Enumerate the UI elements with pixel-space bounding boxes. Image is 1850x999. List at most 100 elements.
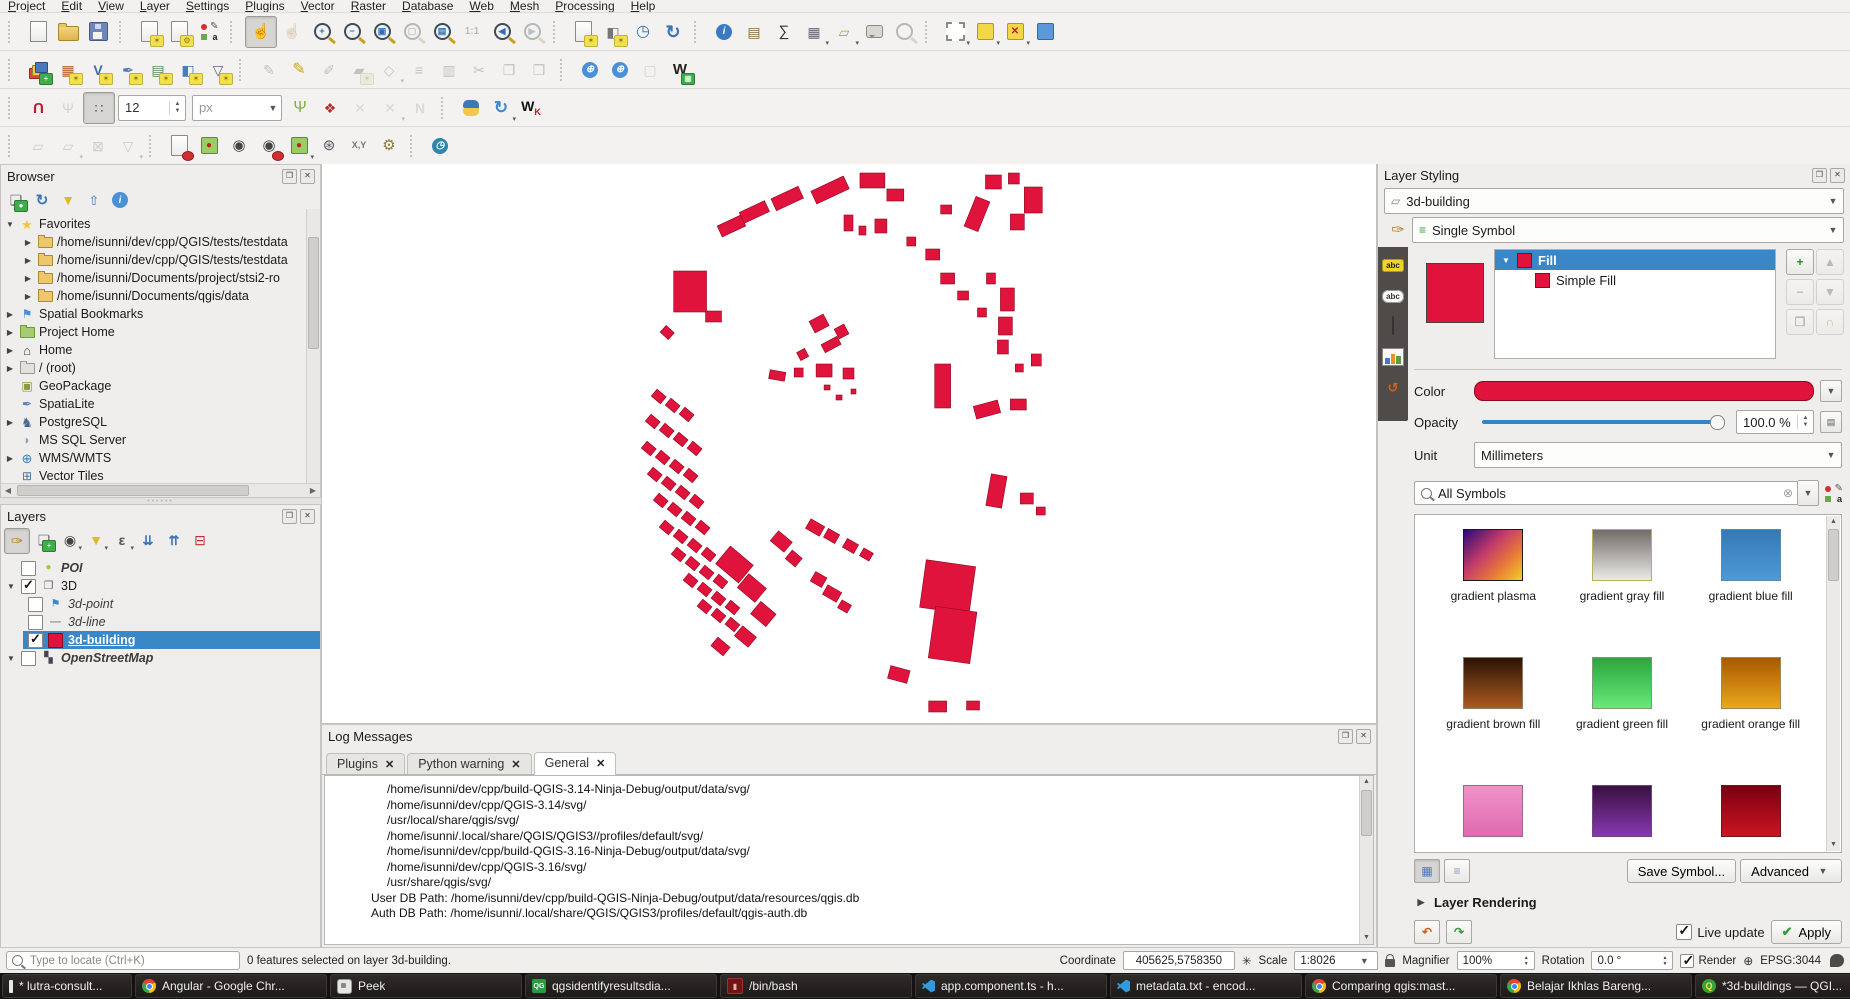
symbol-gradient-plasma[interactable]: gradient plasma xyxy=(1429,529,1558,617)
pan-map-button[interactable]: ☝ xyxy=(245,16,277,48)
metasearch-button[interactable]: ⊕ xyxy=(575,55,605,85)
apply-button[interactable]: ✔ Apply xyxy=(1771,920,1842,944)
refresh-browser-button[interactable]: ↻ xyxy=(30,188,54,212)
annotation-layer-button[interactable]: ● xyxy=(284,131,314,161)
menu-raster[interactable]: Raster xyxy=(343,0,394,13)
log-tab-python-warning[interactable]: Python warning✕ xyxy=(407,753,531,774)
avoid-overlap-button[interactable]: ❖ xyxy=(315,93,345,123)
close-panel-icon[interactable]: ✕ xyxy=(300,509,315,524)
float-panel-icon[interactable]: ❐ xyxy=(1338,729,1353,744)
scroll-up-icon[interactable]: ▲ xyxy=(1827,516,1840,528)
browser-item-home-isunni-dev-cpp-qgis-tests-testdata[interactable]: ▶/home/isunni/dev/cpp/QGIS/tests/testdat… xyxy=(1,233,320,251)
show-layout-manager-button[interactable]: ⚙ xyxy=(164,17,194,47)
expander-icon[interactable]: ▶ xyxy=(5,328,15,337)
list-view-button[interactable]: ≡ xyxy=(1444,859,1470,883)
snapping-toggle-button[interactable]: U xyxy=(23,93,53,123)
menu-settings[interactable]: Settings xyxy=(178,0,237,13)
capture-point-alt-button[interactable]: ◉ xyxy=(254,131,284,161)
close-tab-icon[interactable]: ✕ xyxy=(511,758,520,771)
menu-layer[interactable]: Layer xyxy=(132,0,178,13)
temporal-controller-button[interactable]: ◷ xyxy=(628,17,658,47)
field-calculator-button[interactable]: ▤ xyxy=(739,17,769,47)
style-manager-button[interactable]: ✎a xyxy=(194,17,224,47)
unit-select[interactable]: Millimeters ▼ xyxy=(1474,442,1842,468)
browser-item-project-home[interactable]: ▶Project Home xyxy=(1,323,320,341)
menu-mesh[interactable]: Mesh xyxy=(502,0,547,13)
browser-item-favorites[interactable]: ▼★Favorites xyxy=(1,215,320,233)
layer-visibility-checkbox[interactable] xyxy=(28,633,43,648)
collapse-all-button[interactable]: ⇧ xyxy=(82,188,106,212)
scroll-left-icon[interactable]: ◀ xyxy=(1,486,15,495)
symbol-gradient-brown-fill[interactable]: gradient brown fill xyxy=(1429,657,1558,745)
icon-view-button[interactable]: ▦ xyxy=(1414,859,1440,883)
browser-item-ms-sql-server[interactable]: ◗MS SQL Server xyxy=(1,431,320,449)
menu-database[interactable]: Database xyxy=(394,0,461,13)
add-virtual-layer-button[interactable]: ▽✶ xyxy=(203,55,233,85)
layer-item-3d-building[interactable]: 3d-building xyxy=(23,631,320,649)
menu-edit[interactable]: Edit xyxy=(53,0,90,13)
style-manager-icon[interactable]: ✎a xyxy=(1825,485,1842,502)
messages-icon[interactable] xyxy=(1830,954,1844,967)
deselect-features-button[interactable]: ✕ xyxy=(1000,17,1030,47)
add-group-button[interactable]: ❏+ xyxy=(32,528,56,552)
expander-icon[interactable]: ▼ xyxy=(5,220,15,229)
menu-help[interactable]: Help xyxy=(623,0,664,13)
browser-item-wms-wmts[interactable]: ▶⊕WMS/WMTS xyxy=(1,449,320,467)
taskbar-item-app-component-ts-h[interactable]: app.component.ts - h... xyxy=(915,974,1107,998)
snap-tolerance[interactable]: 12▲▼ xyxy=(118,95,186,121)
redo-button[interactable]: ↷ xyxy=(1446,920,1472,944)
zoom-last-button[interactable]: ◀ xyxy=(487,17,517,47)
close-panel-icon[interactable]: ✕ xyxy=(1830,168,1845,183)
symbology-tab-icon[interactable]: ✑ xyxy=(1384,220,1412,240)
diagrams-tab[interactable] xyxy=(1382,348,1404,366)
expander-icon[interactable]: ▶ xyxy=(5,364,15,373)
locator-box[interactable] xyxy=(6,951,240,970)
menu-plugins[interactable]: Plugins xyxy=(237,0,292,13)
color-dropdown-button[interactable]: ▼ xyxy=(1820,380,1842,402)
spin-arrows[interactable]: ▲▼ xyxy=(1797,415,1813,429)
symbol-gradient[interactable] xyxy=(1686,785,1815,853)
snap-on-intersection-button[interactable]: ∷ xyxy=(83,92,115,124)
add-raster-layer-button[interactable]: ▦✶ xyxy=(53,55,83,85)
measure-button[interactable]: ▱ xyxy=(829,17,859,47)
save-project-button[interactable] xyxy=(83,17,113,47)
layer-item-poi[interactable]: ●POI xyxy=(1,559,320,577)
menu-vector[interactable]: Vector xyxy=(293,0,343,13)
settings-tool-button[interactable]: ⚙ xyxy=(374,131,404,161)
close-tab-icon[interactable]: ✕ xyxy=(385,758,394,771)
zoom-in-button[interactable]: + xyxy=(307,17,337,47)
new-project-button[interactable] xyxy=(23,17,53,47)
remove-layer-button[interactable]: ⊟ xyxy=(188,528,212,552)
plugin-reloader-button[interactable]: ↻ xyxy=(486,93,516,123)
layer-item-3d-point[interactable]: ⚑3d-point xyxy=(23,595,320,613)
filter-legend-button[interactable]: ▼ xyxy=(84,528,108,552)
symbol-node-fill[interactable]: ▼ Fill xyxy=(1495,250,1775,270)
view-3d-tab[interactable] xyxy=(1392,317,1394,335)
magnifier-spinbox[interactable]: 100%▲▼ xyxy=(1457,951,1535,970)
crs-indicator[interactable]: EPSG:3044 xyxy=(1760,955,1821,967)
float-panel-icon[interactable]: ❐ xyxy=(1812,168,1827,183)
globe-mesh-button[interactable]: ⊛ xyxy=(314,131,344,161)
symbol-node-simple-fill[interactable]: Simple Fill xyxy=(1495,270,1775,290)
snap-unit[interactable]: px▼ xyxy=(192,95,282,121)
what-k-plugin-button[interactable]: WK xyxy=(516,93,546,123)
clear-search-icon[interactable]: ⊗ xyxy=(1783,486,1793,500)
open-project-button[interactable] xyxy=(53,17,83,47)
taskbar-item-comparing-qgis-mast[interactable]: Comparing qgis:mast... xyxy=(1305,974,1497,998)
menu-web[interactable]: Web xyxy=(461,0,501,13)
live-update-checkbox[interactable]: Live update xyxy=(1676,924,1764,940)
select-features-button[interactable] xyxy=(970,17,1000,47)
browser-item-root[interactable]: ▶/ (root) xyxy=(1,359,320,377)
symbol-gradient[interactable] xyxy=(1558,785,1687,853)
taskbar-item-3d-buildings-qgi[interactable]: Q*3d-buildings — QGI... xyxy=(1695,974,1850,998)
menu-processing[interactable]: Processing xyxy=(547,0,622,13)
browser-horizontal-scrollbar[interactable]: ◀ ▶ xyxy=(1,483,320,497)
browser-item-home-isunni-documents-project-stsi2-ro[interactable]: ▶/home/isunni/Documents/project/stsi2-ro xyxy=(1,269,320,287)
add-wms-layer-button[interactable]: ◧✶ xyxy=(173,55,203,85)
manage-map-themes-button[interactable]: ◉ xyxy=(58,528,82,552)
scale-select[interactable]: 1:8026▼ xyxy=(1294,951,1378,970)
menu-project[interactable]: Project xyxy=(0,0,53,13)
scroll-right-icon[interactable]: ▶ xyxy=(306,486,320,495)
new-print-layout-button[interactable]: ✶ xyxy=(134,17,164,47)
expander-icon[interactable]: ▶ xyxy=(23,256,33,265)
